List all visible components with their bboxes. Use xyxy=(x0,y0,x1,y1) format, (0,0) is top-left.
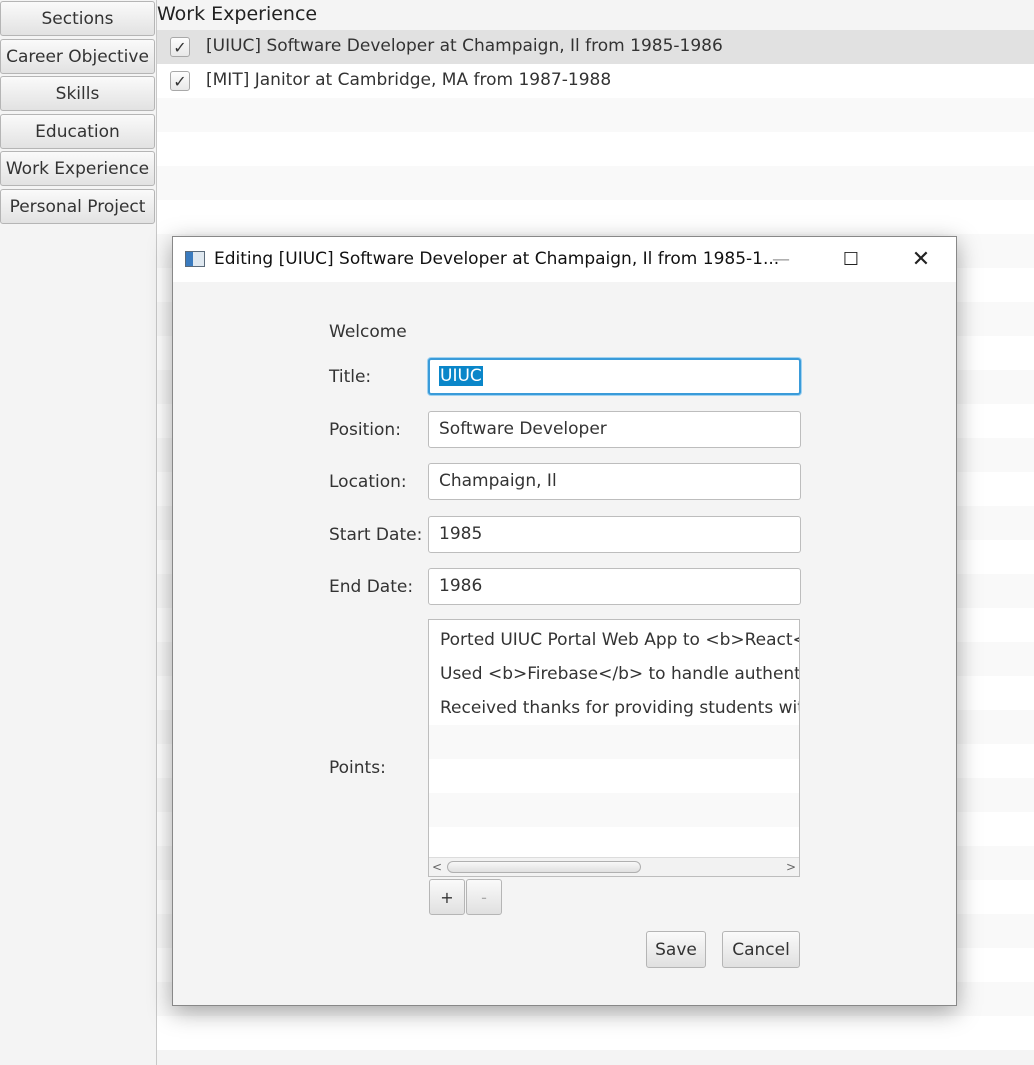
sidebar: Sections Career Objective Skills Educati… xyxy=(0,0,157,1065)
title-label: Title: xyxy=(329,367,372,387)
points-list-item[interactable]: Ported UIUC Portal Web App to <b>React</… xyxy=(429,623,799,657)
empty-row xyxy=(157,132,1034,166)
minimize-icon[interactable]: — xyxy=(746,237,816,282)
check-icon: ✓ xyxy=(173,71,187,91)
sidebar-item-work-experience[interactable]: Work Experience xyxy=(0,151,155,186)
list-item-work-entry[interactable]: ✓ [MIT] Janitor at Cambridge, MA from 19… xyxy=(157,64,1034,98)
sidebar-item-career-objective[interactable]: Career Objective xyxy=(0,39,155,74)
list-item-work-entry[interactable]: ✓ [UIUC] Software Developer at Champaign… xyxy=(157,30,1034,64)
remove-point-button[interactable]: - xyxy=(466,879,502,915)
close-icon[interactable]: ✕ xyxy=(886,237,956,282)
maximize-icon[interactable]: ☐ xyxy=(816,237,886,282)
welcome-label: Welcome xyxy=(329,322,407,342)
start-date-label: Start Date: xyxy=(329,525,423,545)
empty-row xyxy=(157,1016,1034,1050)
cancel-button[interactable]: Cancel xyxy=(722,931,800,968)
entry-label: [MIT] Janitor at Cambridge, MA from 1987… xyxy=(206,70,612,90)
start-date-input[interactable]: 1985 xyxy=(428,516,801,553)
end-date-input[interactable]: 1986 xyxy=(428,568,801,605)
horizontal-scrollbar[interactable]: < > xyxy=(429,857,799,876)
sidebar-item-skills[interactable]: Skills xyxy=(0,76,155,111)
scroll-left-icon[interactable]: < xyxy=(429,858,445,876)
sidebar-item-education[interactable]: Education xyxy=(0,114,155,149)
dialog-titlebar[interactable]: Editing [UIUC] Software Developer at Cha… xyxy=(173,237,956,282)
title-input[interactable]: UIUC xyxy=(428,358,801,395)
sidebar-item-sections[interactable]: Sections xyxy=(0,1,155,36)
add-point-button[interactable]: + xyxy=(429,879,465,915)
points-list-empty-row xyxy=(429,759,799,793)
empty-row xyxy=(157,200,1034,234)
empty-row xyxy=(157,166,1034,200)
end-date-label: End Date: xyxy=(329,577,414,597)
entry-checkbox[interactable]: ✓ xyxy=(170,37,190,57)
location-label: Location: xyxy=(329,472,407,492)
points-list[interactable]: Ported UIUC Portal Web App to <b>React</… xyxy=(428,619,800,877)
app-window-icon xyxy=(185,251,205,267)
sidebar-item-personal-project[interactable]: Personal Project xyxy=(0,189,155,224)
points-label: Points: xyxy=(329,758,386,778)
scroll-right-icon[interactable]: > xyxy=(783,858,799,876)
points-list-empty-row xyxy=(429,725,799,759)
points-list-empty-row xyxy=(429,827,799,861)
points-list-item[interactable]: Used <b>Firebase</b> to handle authentic… xyxy=(429,657,799,691)
position-label: Position: xyxy=(329,420,401,440)
save-button[interactable]: Save xyxy=(646,931,706,968)
points-list-item[interactable]: Received thanks for providing students w… xyxy=(429,691,799,725)
entry-checkbox[interactable]: ✓ xyxy=(170,71,190,91)
scrollbar-thumb[interactable] xyxy=(447,861,641,873)
location-input[interactable]: Champaign, Il xyxy=(428,463,801,500)
check-icon: ✓ xyxy=(173,37,187,57)
dialog-title: Editing [UIUC] Software Developer at Cha… xyxy=(214,249,780,269)
entry-label: [UIUC] Software Developer at Champaign, … xyxy=(206,36,723,56)
position-input[interactable]: Software Developer xyxy=(428,411,801,448)
edit-dialog: Editing [UIUC] Software Developer at Cha… xyxy=(172,236,957,1006)
page-title: Work Experience xyxy=(157,3,318,25)
empty-row xyxy=(157,98,1034,132)
points-list-empty-row xyxy=(429,793,799,827)
title-input-value: UIUC xyxy=(439,366,483,386)
